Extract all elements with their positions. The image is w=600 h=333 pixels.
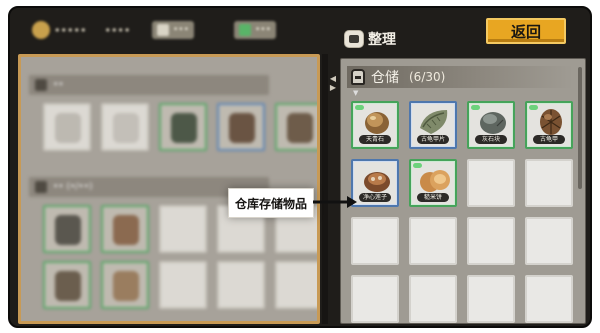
resource-1-icon [157, 24, 169, 36]
bag-slot[interactable] [275, 261, 317, 309]
resource-2-icon [239, 24, 251, 36]
transfer-arrows-icon: ◀ ▶ [329, 74, 337, 92]
warehouse-slot-empty[interactable] [525, 159, 573, 207]
item-name: 糙米饼 [417, 193, 449, 202]
sort-icon [344, 30, 364, 48]
warehouse-slot[interactable]: 古龟甲 [525, 101, 573, 149]
warehouse-count: (6/30) [409, 70, 446, 84]
warehouse-slot[interactable]: 灰石块 [467, 101, 515, 149]
player-info: ••••• •••• [32, 20, 130, 40]
back-button[interactable]: 返回 [486, 18, 566, 44]
annotation-label: 仓库存储物品 [228, 188, 314, 218]
warehouse-icon [351, 69, 365, 85]
warehouse-slot[interactable]: 糙米饼 [409, 159, 457, 207]
item-name: 灰石块 [475, 135, 507, 144]
bag-slot[interactable] [159, 261, 207, 309]
sort-label: 整理 [368, 31, 396, 47]
rice-cake-icon [420, 170, 450, 192]
warehouse-slot-empty[interactable] [351, 217, 399, 265]
item-name: 净心莲子 [359, 193, 391, 202]
bag-section-icon [35, 79, 47, 91]
lotus-seed-icon [364, 172, 390, 192]
warehouse-slot-empty[interactable] [467, 217, 515, 265]
bag-slot[interactable] [43, 205, 91, 253]
warehouse-slot-empty[interactable] [409, 217, 457, 265]
bag-slot[interactable] [217, 103, 265, 151]
panel-divider [322, 54, 328, 324]
bag-slot[interactable] [101, 205, 149, 253]
bag-slot[interactable] [275, 103, 317, 151]
warehouse-slot-empty[interactable] [467, 159, 515, 207]
warehouse-screen: ••••• •••• ••• ••• 整理 返回 •• •• (•/••) ◀ … [8, 6, 592, 328]
resource-1-value: ••• [173, 25, 189, 35]
turtle-shell-icon [540, 109, 562, 135]
bag-slot[interactable] [43, 103, 91, 151]
bag-slot[interactable] [159, 103, 207, 151]
stone-icon [480, 112, 506, 134]
bag-slot[interactable] [43, 261, 91, 309]
resource-1: ••• [152, 20, 194, 40]
item-name: 古龟甲片 [417, 135, 449, 144]
leaf-shell-icon [420, 110, 448, 134]
warehouse-slot-empty[interactable] [525, 275, 573, 323]
warehouse-slot-empty[interactable] [409, 275, 457, 323]
warehouse-title: 仓储 [371, 70, 399, 86]
warehouse-slot-empty[interactable] [525, 217, 573, 265]
resource-2: ••• [234, 20, 276, 40]
gold-amount: •••• [104, 23, 131, 37]
resource-2-value: ••• [255, 25, 271, 35]
bag-slot[interactable] [159, 205, 207, 253]
warehouse-scrollbar[interactable] [578, 67, 582, 189]
top-bar: ••••• •••• ••• ••• 整理 返回 [10, 8, 590, 54]
bag-section-title: •• (•/••) [53, 182, 93, 192]
player-avatar-icon [32, 21, 50, 39]
warehouse-panel: 仓储 (6/30) ▼ 天青石 古龟甲片 灰石块 古龟甲 净心莲子 糙米饼 [340, 58, 586, 324]
bag-slot[interactable] [101, 261, 149, 309]
warehouse-slot[interactable]: 天青石 [351, 101, 399, 149]
bag-slot[interactable] [101, 103, 149, 151]
seed-pod-icon [365, 112, 389, 134]
warehouse-header: 仓储 (6/30) [347, 66, 573, 88]
warehouse-slot-empty[interactable] [467, 275, 515, 323]
warehouse-slot-empty[interactable] [351, 275, 399, 323]
bag-section-header: •• [29, 75, 269, 95]
player-name: ••••• [54, 23, 87, 37]
warehouse-slot[interactable]: 古龟甲片 [409, 101, 457, 149]
sort-button[interactable]: 整理 [344, 28, 396, 50]
collapse-caret-icon[interactable]: ▼ [353, 89, 358, 97]
bag-section-title: •• [53, 80, 64, 90]
annotation-arrow-icon [313, 196, 357, 208]
item-name: 天青石 [359, 135, 391, 144]
bag-slot[interactable] [217, 261, 265, 309]
item-name: 古龟甲 [533, 135, 565, 144]
bag-section-icon [35, 181, 47, 193]
